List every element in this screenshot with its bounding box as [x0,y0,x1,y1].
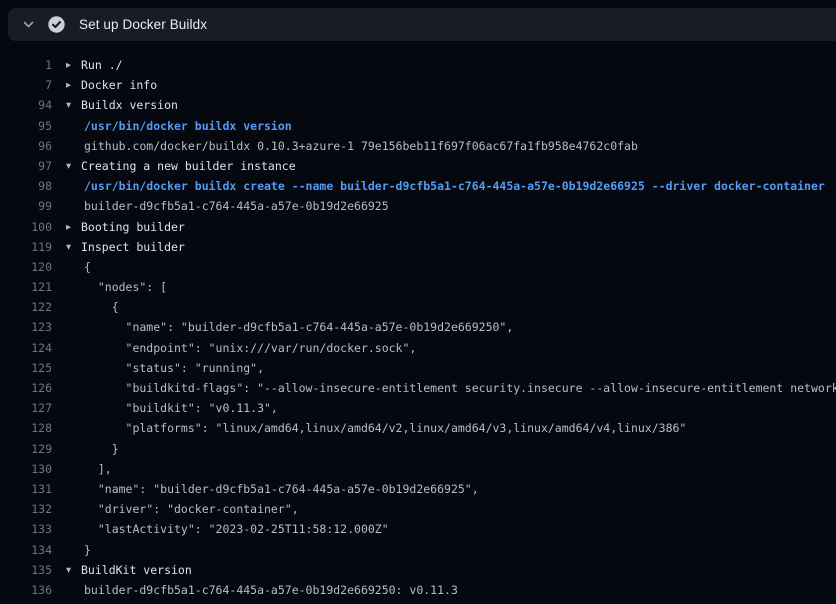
line-number[interactable]: 98 [0,176,52,196]
log-line-row: 98/usr/bin/docker buildx create --name b… [0,176,836,196]
line-number[interactable]: 123 [0,317,52,337]
output-text: "buildkitd-flags": "--allow-insecure-ent… [66,378,836,398]
group-title: Booting builder [81,220,185,234]
group-title: Creating a new builder instance [81,159,296,173]
log-line-row: 128 "platforms": "linux/amd64,linux/amd6… [0,418,836,438]
triangle-right-icon: ▶ [66,56,81,76]
line-number[interactable]: 7 [0,75,52,95]
log-group-row[interactable]: 7 ▶Docker info [0,75,836,95]
log-group-row[interactable]: 135 ▼BuildKit version [0,560,836,580]
output-text: "nodes": [ [66,277,167,297]
log-line-row: 131 "name": "builder-d9cfb5a1-c764-445a-… [0,479,836,499]
output-text: { [66,257,91,277]
check-circle-icon [48,16,65,33]
log-line-row: 126 "buildkitd-flags": "--allow-insecure… [0,378,836,398]
output-text: "name": "builder-d9cfb5a1-c764-445a-a57e… [66,317,513,337]
output-text: builder-d9cfb5a1-c764-445a-a57e-0b19d2e6… [66,580,458,600]
line-number[interactable]: 132 [0,499,52,519]
line-number[interactable]: 129 [0,439,52,459]
log-line-row: 133 "lastActivity": "2023-02-25T11:58:12… [0,519,836,539]
group-title: Inspect builder [81,240,185,254]
log-line-row: 99 builder-d9cfb5a1-c764-445a-a57e-0b19d2… [0,196,836,216]
line-number[interactable]: 130 [0,459,52,479]
log-line-row: 127 "buildkit": "v0.11.3", [0,398,836,418]
log-line-row: 132 "driver": "docker-container", [0,499,836,519]
step-header[interactable]: Set up Docker Buildx [8,8,836,41]
output-text: "name": "builder-d9cfb5a1-c764-445a-a57e… [66,479,479,499]
log-line-row: 125 "status": "running", [0,358,836,378]
line-number[interactable]: 136 [0,580,52,600]
line-number[interactable]: 133 [0,519,52,539]
log-group-row[interactable]: 119 ▼Inspect builder [0,237,836,257]
log-line-row: 124 "endpoint": "unix:///var/run/docker.… [0,338,836,358]
line-number[interactable]: 121 [0,277,52,297]
log-line-row: 136 builder-d9cfb5a1-c764-445a-a57e-0b19d… [0,580,836,600]
line-number[interactable]: 127 [0,398,52,418]
log-line-row: 95/usr/bin/docker buildx version [0,116,836,136]
output-text: ], [66,459,112,479]
triangle-down-icon: ▼ [66,560,81,580]
line-number[interactable]: 134 [0,540,52,560]
output-text: } [66,540,91,560]
triangle-down-icon: ▼ [66,237,81,257]
line-number[interactable]: 126 [0,378,52,398]
chevron-down-icon[interactable] [22,18,35,31]
line-number[interactable]: 135 [0,560,52,580]
command-text: /usr/bin/docker buildx version [66,116,292,136]
log-group-row[interactable]: 97 ▼Creating a new builder instance [0,156,836,176]
output-text: } [66,439,119,459]
line-number[interactable]: 94 [0,95,52,115]
line-number[interactable]: 95 [0,116,52,136]
log-line-row: 96 github.com/docker/buildx 0.10.3+azure-… [0,136,836,156]
log-line-row: 122 { [0,297,836,317]
line-number[interactable]: 99 [0,196,52,216]
line-number[interactable]: 96 [0,136,52,156]
line-number[interactable]: 100 [0,217,52,237]
line-number[interactable]: 128 [0,418,52,438]
log-line-row: 123 "name": "builder-d9cfb5a1-c764-445a-… [0,317,836,337]
log-line-row: 129 } [0,439,836,459]
output-text: "buildkit": "v0.11.3", [66,398,278,418]
group-title: Buildx version [81,98,178,112]
log-line-row: 120 { [0,257,836,277]
line-number[interactable]: 131 [0,479,52,499]
group-title: Run ./ [81,58,123,72]
line-number[interactable]: 125 [0,358,52,378]
line-number[interactable]: 119 [0,237,52,257]
triangle-right-icon: ▶ [66,76,81,96]
log-group-row[interactable]: 94 ▼Buildx version [0,95,836,115]
output-text: "platforms": "linux/amd64,linux/amd64/v2… [66,418,686,438]
log-group-row[interactable]: 1 ▶Run ./ [0,55,836,75]
triangle-down-icon: ▼ [66,96,81,116]
log-line-row: 121 "nodes": [ [0,277,836,297]
triangle-right-icon: ▶ [66,217,81,237]
command-text: /usr/bin/docker buildx create --name bui… [66,176,825,196]
line-number[interactable]: 120 [0,257,52,277]
log-group-row[interactable]: 100 ▶Booting builder [0,217,836,237]
log-line-row: 130 ], [0,459,836,479]
output-text: builder-d9cfb5a1-c764-445a-a57e-0b19d2e6… [66,196,389,216]
output-text: "lastActivity": "2023-02-25T11:58:12.000… [66,519,389,539]
line-number[interactable]: 124 [0,338,52,358]
step-title: Set up Docker Buildx [79,17,207,32]
log-line-row: 134} [0,540,836,560]
output-text: "driver": "docker-container", [66,499,299,519]
line-number[interactable]: 97 [0,156,52,176]
line-number[interactable]: 1 [0,55,52,75]
triangle-down-icon: ▼ [66,156,81,176]
log-lines: 1▶Run ./7▶Docker info94▼Buildx version95… [0,55,836,600]
group-title: Docker info [81,78,157,92]
output-text: github.com/docker/buildx 0.10.3+azure-1 … [66,136,638,156]
output-text: "endpoint": "unix:///var/run/docker.sock… [66,338,416,358]
output-text: { [66,297,119,317]
line-number[interactable]: 122 [0,297,52,317]
output-text: "status": "running", [66,358,264,378]
group-title: BuildKit version [81,563,192,577]
